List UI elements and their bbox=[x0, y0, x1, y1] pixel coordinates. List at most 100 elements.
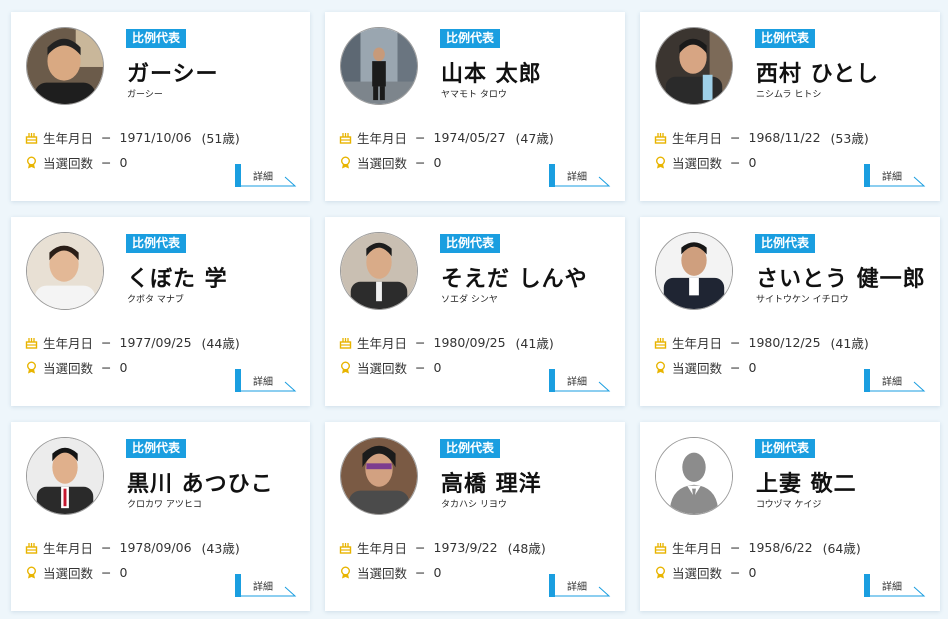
separator: − bbox=[101, 155, 112, 170]
separator: − bbox=[101, 360, 112, 375]
detail-button[interactable]: 詳細 bbox=[549, 164, 611, 187]
separator: − bbox=[101, 565, 112, 580]
candidate-name: 山本 太郎 bbox=[441, 61, 542, 87]
avatar[interactable] bbox=[340, 27, 418, 105]
detail-button[interactable]: 詳細 bbox=[235, 574, 297, 597]
candidate-card[interactable]: 比例代表 山本 太郎 ヤマモト タロウ 生年月日 − 1974/05/27 (4… bbox=[325, 12, 625, 201]
cake-icon bbox=[339, 336, 352, 349]
proportional-badge: 比例代表 bbox=[440, 234, 501, 253]
separator: − bbox=[101, 540, 112, 555]
birth-label: 生年月日 bbox=[357, 131, 408, 146]
candidate-kana: タカハシ リヨウ bbox=[441, 500, 507, 510]
candidate-kana: ニシムラ ヒトシ bbox=[756, 90, 822, 100]
elected-count: 0 bbox=[119, 360, 128, 375]
elected-row: 当選回数 − 0 bbox=[654, 153, 756, 172]
proportional-badge: 比例代表 bbox=[440, 439, 501, 458]
candidate-grid: 比例代表 ガーシー ガーシー 生年月日 − 1971/10/06 (51歳) 当… bbox=[11, 12, 940, 611]
candidate-name: 上妻 敬二 bbox=[756, 471, 857, 497]
separator: − bbox=[730, 335, 741, 350]
detail-button[interactable]: 詳細 bbox=[864, 369, 926, 392]
detail-button[interactable]: 詳細 bbox=[235, 164, 297, 187]
elected-count: 0 bbox=[119, 565, 128, 580]
birth-row: 生年月日 − 1980/09/25 (41歳) bbox=[339, 333, 554, 352]
elected-label: 当選回数 bbox=[672, 566, 723, 581]
separator: − bbox=[415, 155, 426, 170]
birth-label: 生年月日 bbox=[357, 336, 408, 351]
medal-icon bbox=[654, 361, 667, 374]
separator: − bbox=[415, 565, 426, 580]
avatar[interactable] bbox=[26, 232, 104, 310]
candidate-kana: ヤマモト タロウ bbox=[441, 90, 507, 100]
arrow-line-icon bbox=[555, 586, 611, 597]
elected-row: 当選回数 − 0 bbox=[339, 358, 441, 377]
birth-date: 1968/11/22 bbox=[748, 130, 821, 145]
birth-row: 生年月日 − 1977/09/25 (44歳) bbox=[25, 333, 240, 352]
detail-button[interactable]: 詳細 bbox=[864, 574, 926, 597]
avatar[interactable] bbox=[655, 232, 733, 310]
medal-icon bbox=[25, 156, 38, 169]
elected-row: 当選回数 − 0 bbox=[339, 153, 441, 172]
elected-count: 0 bbox=[748, 565, 757, 580]
candidate-name: そえだ しんや bbox=[441, 266, 588, 292]
cake-icon bbox=[654, 336, 667, 349]
detail-button[interactable]: 詳細 bbox=[235, 369, 297, 392]
elected-row: 当選回数 − 0 bbox=[25, 358, 127, 377]
candidate-kana: コウヅマ ケイジ bbox=[756, 500, 822, 510]
avatar[interactable] bbox=[26, 27, 104, 105]
separator: − bbox=[730, 130, 741, 145]
avatar[interactable] bbox=[26, 437, 104, 515]
age: (51歳) bbox=[201, 131, 240, 146]
candidate-kana: ソエダ シンヤ bbox=[441, 295, 498, 305]
candidate-card[interactable]: 比例代表 上妻 敬二 コウヅマ ケイジ 生年月日 − 1958/6/22 (64… bbox=[640, 422, 940, 611]
avatar[interactable] bbox=[340, 437, 418, 515]
proportional-badge: 比例代表 bbox=[755, 234, 816, 253]
candidate-card[interactable]: 比例代表 そえだ しんや ソエダ シンヤ 生年月日 − 1980/09/25 (… bbox=[325, 217, 625, 406]
arrow-line-icon bbox=[870, 176, 926, 187]
candidate-card[interactable]: 比例代表 黒川 あつひこ クロカワ アツヒコ 生年月日 − 1978/09/06… bbox=[11, 422, 310, 611]
elected-row: 当選回数 − 0 bbox=[654, 563, 756, 582]
birth-row: 生年月日 − 1958/6/22 (64歳) bbox=[654, 538, 861, 557]
arrow-line-icon bbox=[555, 176, 611, 187]
birth-date: 1973/9/22 bbox=[433, 540, 498, 555]
candidate-name: ガーシー bbox=[127, 61, 219, 87]
separator: − bbox=[415, 130, 426, 145]
medal-icon bbox=[25, 566, 38, 579]
birth-label: 生年月日 bbox=[357, 541, 408, 556]
age: (41歳) bbox=[515, 336, 554, 351]
birth-date: 1980/12/25 bbox=[748, 335, 821, 350]
elected-label: 当選回数 bbox=[672, 361, 723, 376]
arrow-line-icon bbox=[870, 586, 926, 597]
candidate-card[interactable]: 比例代表 ガーシー ガーシー 生年月日 − 1971/10/06 (51歳) 当… bbox=[11, 12, 310, 201]
detail-button[interactable]: 詳細 bbox=[864, 164, 926, 187]
elected-count: 0 bbox=[433, 360, 442, 375]
birth-date: 1971/10/06 bbox=[119, 130, 192, 145]
avatar[interactable] bbox=[340, 232, 418, 310]
elected-row: 当選回数 − 0 bbox=[339, 563, 441, 582]
elected-row: 当選回数 − 0 bbox=[654, 358, 756, 377]
birth-label: 生年月日 bbox=[672, 541, 723, 556]
separator: − bbox=[415, 360, 426, 375]
medal-icon bbox=[654, 156, 667, 169]
separator: − bbox=[730, 155, 741, 170]
candidate-card[interactable]: 比例代表 高橋 理洋 タカハシ リヨウ 生年月日 − 1973/9/22 (48… bbox=[325, 422, 625, 611]
candidate-card[interactable]: 比例代表 西村 ひとし ニシムラ ヒトシ 生年月日 − 1968/11/22 (… bbox=[640, 12, 940, 201]
medal-icon bbox=[25, 361, 38, 374]
candidate-card[interactable]: 比例代表 さいとう 健一郎 サイトウケン イチロウ 生年月日 − 1980/12… bbox=[640, 217, 940, 406]
candidate-kana: クロカワ アツヒコ bbox=[127, 500, 202, 510]
birth-row: 生年月日 − 1974/05/27 (47歳) bbox=[339, 128, 554, 147]
separator: − bbox=[730, 360, 741, 375]
candidate-kana: サイトウケン イチロウ bbox=[756, 295, 849, 305]
age: (48歳) bbox=[507, 541, 546, 556]
age: (44歳) bbox=[201, 336, 240, 351]
detail-button[interactable]: 詳細 bbox=[549, 574, 611, 597]
birth-date: 1974/05/27 bbox=[433, 130, 506, 145]
birth-row: 生年月日 − 1973/9/22 (48歳) bbox=[339, 538, 546, 557]
cake-icon bbox=[339, 131, 352, 144]
detail-button[interactable]: 詳細 bbox=[549, 369, 611, 392]
proportional-badge: 比例代表 bbox=[126, 29, 187, 48]
candidate-card[interactable]: 比例代表 くぼた 学 クボタ マナブ 生年月日 − 1977/09/25 (44… bbox=[11, 217, 310, 406]
separator: − bbox=[101, 130, 112, 145]
avatar[interactable] bbox=[655, 437, 733, 515]
cake-icon bbox=[25, 131, 38, 144]
avatar[interactable] bbox=[655, 27, 733, 105]
